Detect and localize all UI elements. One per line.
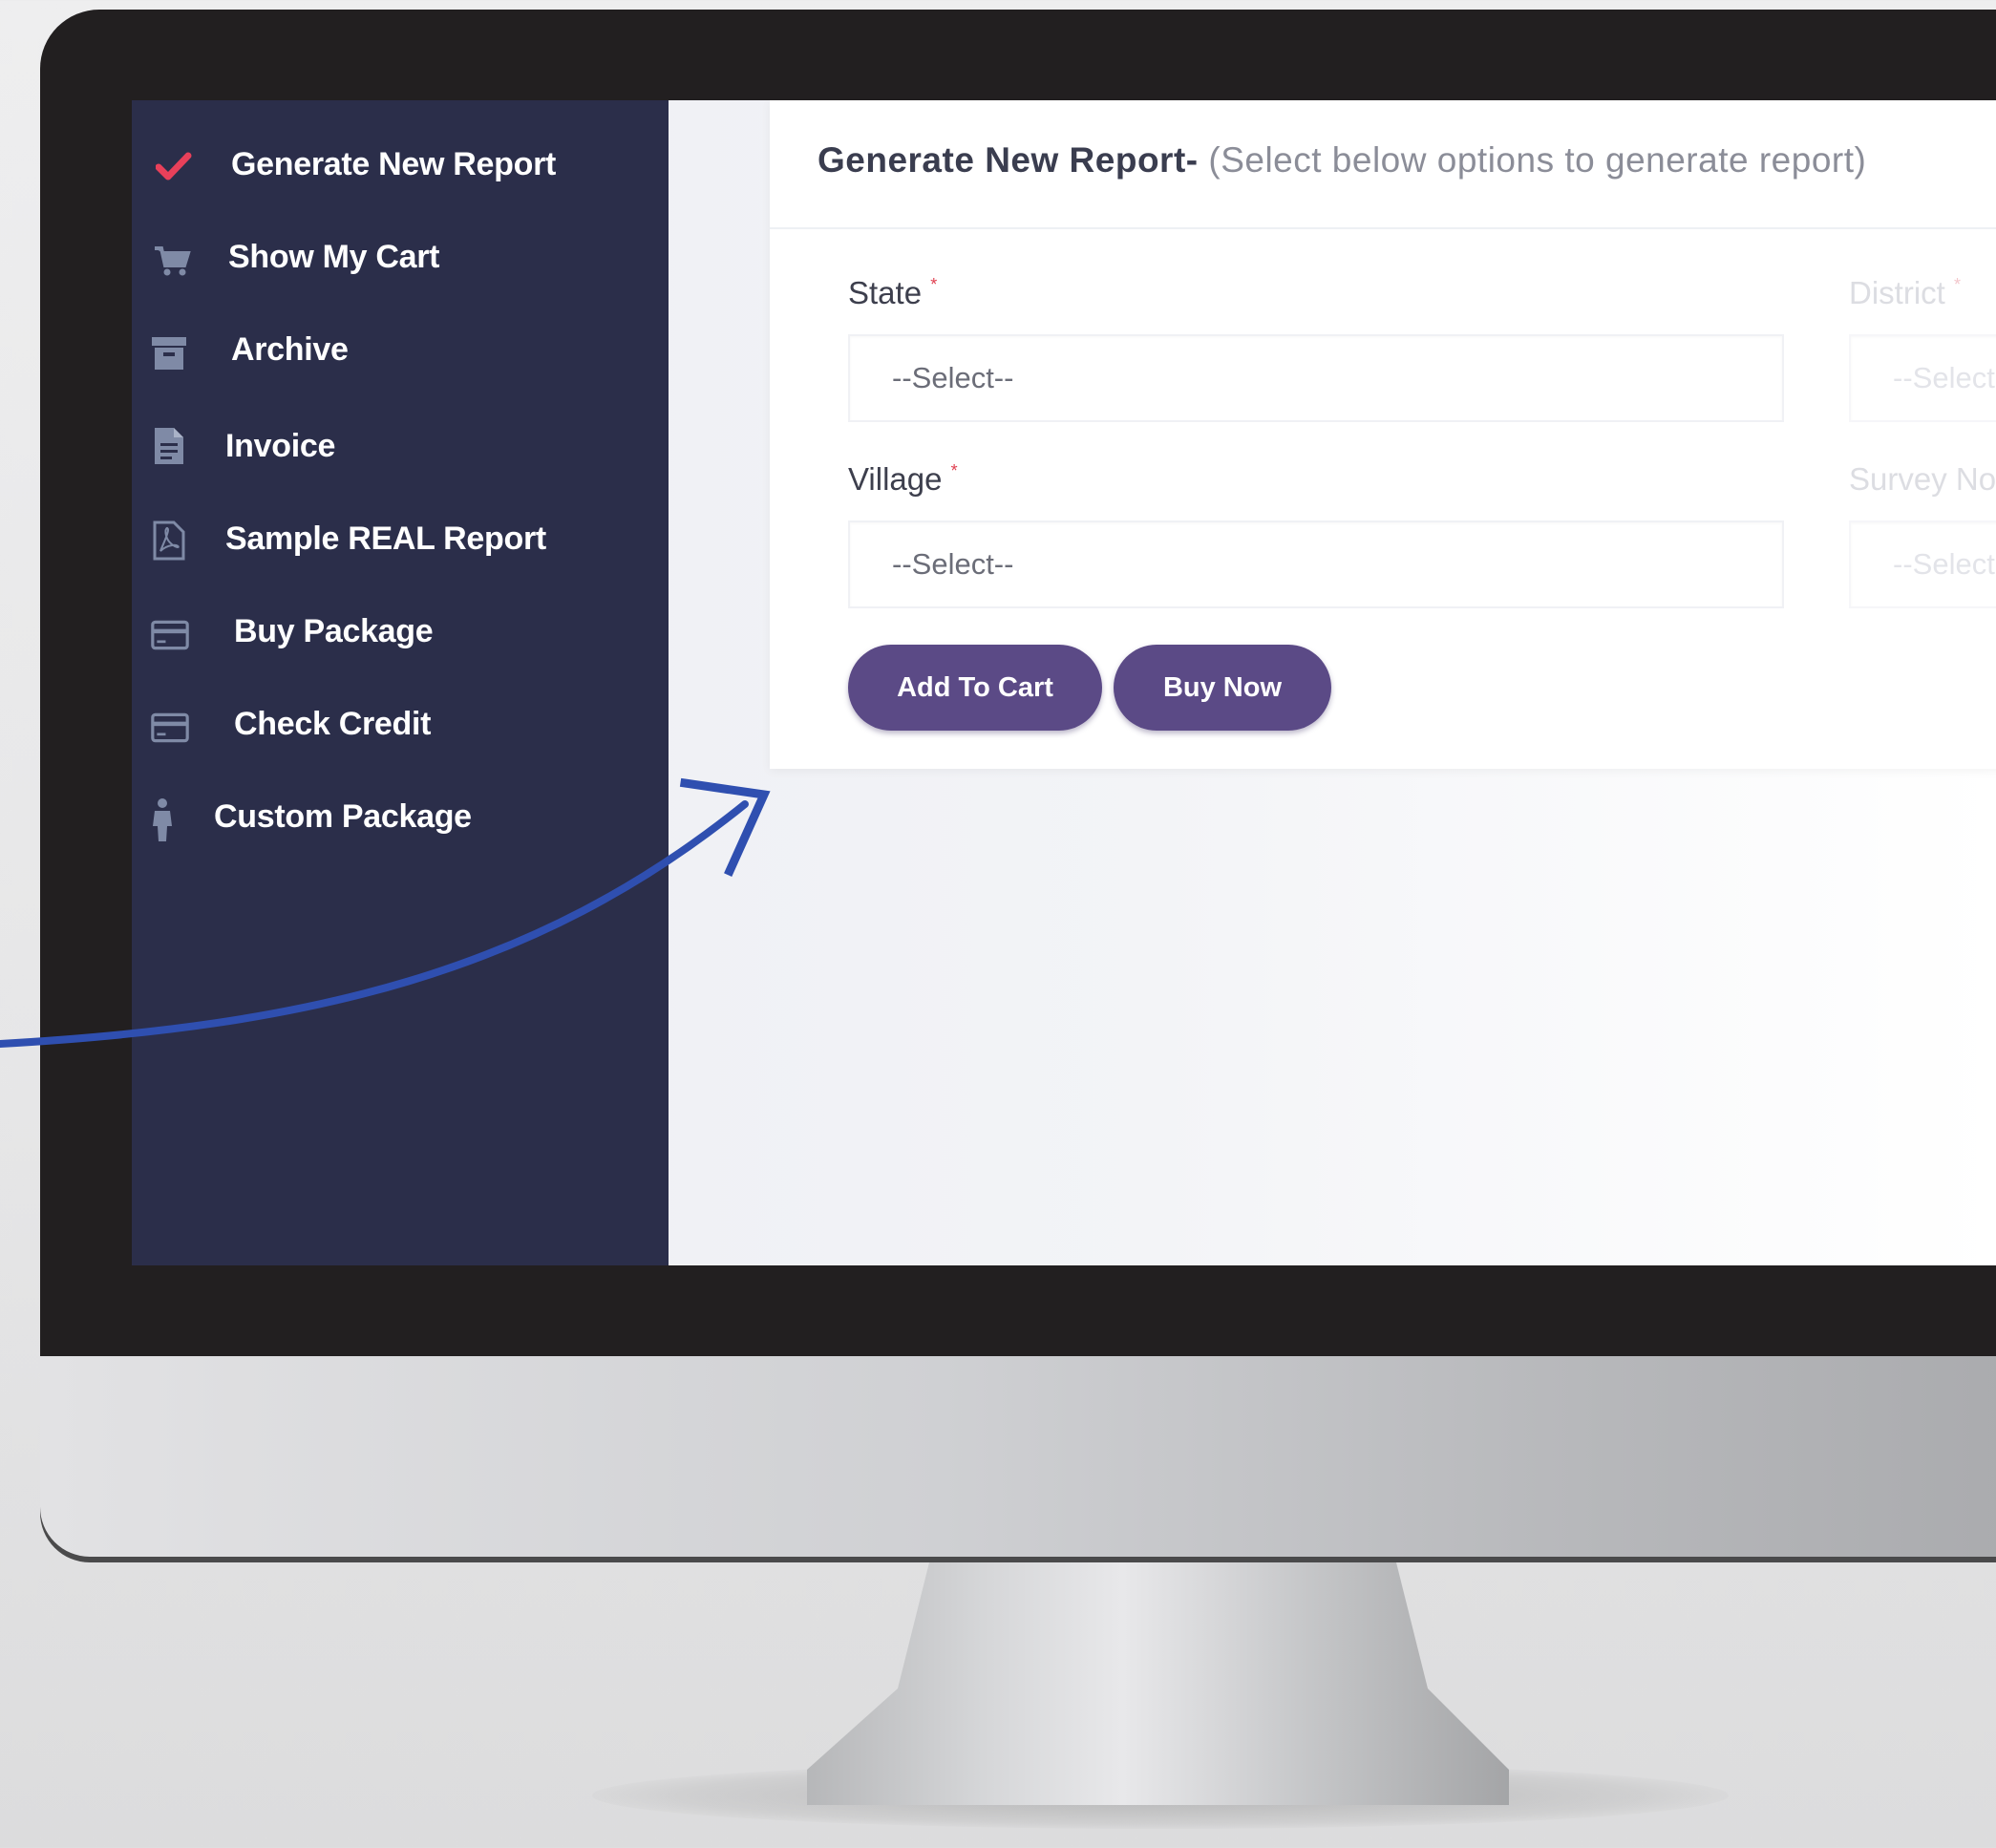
app-screen: Generate New Report Show My Cart Archive…: [132, 100, 1996, 1265]
sidebar-item-archive[interactable]: Archive: [132, 321, 669, 378]
cart-icon: [153, 242, 191, 280]
sidebar-item-buy-package[interactable]: Buy Package: [132, 603, 669, 660]
survey-label-text: Survey No: [1849, 461, 1996, 497]
district-select-value: --Select--: [1893, 361, 1996, 394]
district-label-text: District: [1849, 275, 1945, 310]
credit-card-icon: [151, 709, 189, 747]
card-header: Generate New Report- (Select below optio…: [770, 100, 1996, 229]
buy-now-button[interactable]: Buy Now: [1114, 645, 1331, 731]
state-label-text: State: [848, 275, 923, 310]
required-mark: *: [930, 275, 938, 294]
state-select-value: --Select--: [892, 361, 1014, 394]
sidebar-item-label: Sample REAL Report: [225, 520, 546, 557]
archive-icon: [150, 334, 188, 372]
required-mark: *: [950, 461, 958, 480]
pdf-icon: [149, 520, 187, 561]
sidebar-item-label: Custom Package: [214, 797, 472, 835]
district-select[interactable]: --Select--: [1849, 334, 1996, 422]
document-icon: [149, 427, 187, 465]
survey-select-value: --Select--: [1893, 547, 1996, 581]
title-text: Generate New Report-: [818, 140, 1199, 180]
sidebar-item-check-credit[interactable]: Check Credit: [132, 695, 669, 753]
sidebar-item-label: Buy Package: [234, 612, 434, 649]
sidebar-item-invoice[interactable]: Invoice: [132, 417, 669, 475]
monitor-stand: [807, 1555, 1509, 1805]
survey-label: Survey No: [1849, 461, 1996, 498]
sidebar-item-sample-real-report[interactable]: Sample REAL Report: [132, 510, 669, 567]
village-select[interactable]: --Select--: [848, 520, 1784, 608]
title-subtitle: (Select below options to generate report…: [1208, 140, 1867, 180]
sidebar-item-label: Check Credit: [234, 705, 432, 742]
village-label: Village *: [848, 461, 958, 498]
survey-select[interactable]: --Select--: [1849, 520, 1996, 608]
sidebar-item-custom-package[interactable]: Custom Package: [132, 788, 669, 845]
required-mark: *: [1954, 275, 1962, 294]
sidebar-item-label: Archive: [231, 330, 349, 368]
sidebar-item-label: Show My Cart: [228, 238, 440, 275]
report-form-card: Generate New Report- (Select below optio…: [770, 100, 1996, 769]
sidebar-item-label: Invoice: [225, 427, 336, 464]
village-label-text: Village: [848, 461, 943, 497]
sidebar: Generate New Report Show My Cart Archive…: [132, 100, 669, 1265]
credit-card-icon: [151, 616, 189, 654]
person-icon: [143, 798, 181, 841]
district-label: District *: [1849, 275, 1961, 311]
monitor-chin: [40, 1356, 1996, 1557]
sidebar-item-show-my-cart[interactable]: Show My Cart: [132, 228, 669, 286]
add-to-cart-button[interactable]: Add To Cart: [848, 645, 1102, 731]
page-title: Generate New Report- (Select below optio…: [818, 140, 1866, 181]
check-icon: [155, 147, 193, 185]
state-label: State *: [848, 275, 937, 311]
sidebar-item-generate-new-report[interactable]: Generate New Report: [132, 136, 669, 193]
village-select-value: --Select--: [892, 547, 1014, 581]
sidebar-item-label: Generate New Report: [231, 145, 557, 182]
state-select[interactable]: --Select--: [848, 334, 1784, 422]
